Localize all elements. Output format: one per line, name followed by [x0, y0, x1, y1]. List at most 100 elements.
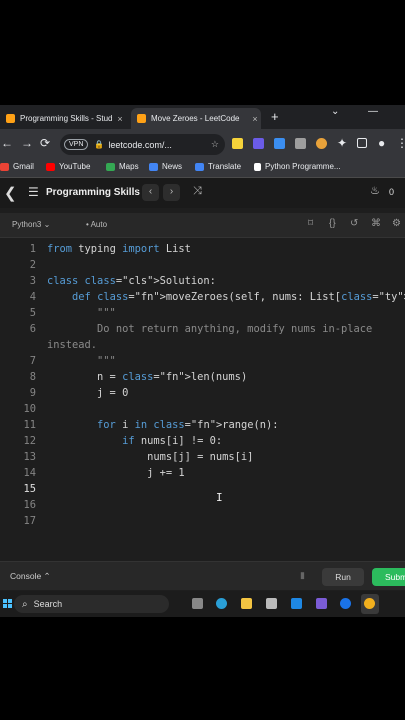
bookmark-gmail[interactable]: Gmail: [0, 162, 34, 171]
code-line[interactable]: j = 0: [47, 387, 128, 399]
chrome-icon[interactable]: [364, 598, 375, 609]
line-number: 17: [23, 515, 36, 527]
translate-icon: [195, 162, 204, 171]
back-arrow-icon[interactable]: ←: [1, 136, 13, 150]
line-number: 1: [29, 243, 36, 255]
console-toggle[interactable]: Console ⌃: [10, 571, 51, 582]
address-bar[interactable]: VPN 🔒 leetcode.com/... ☆: [60, 134, 225, 155]
tab-programming-skills[interactable]: Programming Skills - Stud ×: [0, 108, 126, 129]
store-icon[interactable]: [266, 598, 277, 609]
code-line[interactable]: def class="fn">moveZeroes(self, nums: Li…: [47, 291, 405, 303]
braces-icon[interactable]: {}: [329, 218, 336, 229]
extension-icon[interactable]: [253, 138, 264, 149]
tab-strip: Programming Skills - Stud × Move Zeroes …: [0, 105, 405, 129]
line-number: 10: [23, 403, 36, 415]
code-line[interactable]: n = class="fn">len(nums): [47, 371, 247, 383]
chevron-down-icon[interactable]: ⌄: [331, 106, 339, 117]
task-view-icon[interactable]: [192, 598, 203, 609]
tab-title: Move Zeroes - LeetCode: [151, 114, 240, 123]
code-line[interactable]: class class="cls">Solution:: [47, 275, 216, 287]
line-number: 4: [29, 291, 36, 303]
forward-arrow-icon[interactable]: →: [21, 136, 33, 150]
file-explorer-icon[interactable]: [241, 598, 252, 609]
bookmark-youtube[interactable]: YouTube: [46, 162, 90, 171]
taskbar-search[interactable]: ⌕ Search: [14, 595, 169, 613]
problem-list-title[interactable]: Programming Skills: [46, 187, 140, 198]
line-number: 12: [23, 435, 36, 447]
line-number: 9: [29, 387, 36, 399]
line-number: 7: [29, 355, 36, 367]
extension-icon[interactable]: [232, 138, 243, 149]
profile-icon[interactable]: ●: [378, 136, 385, 150]
line-number: 5: [29, 307, 36, 319]
leetcode-header: ❮ ☰ Programming Skills ‹ › ⤨ ♨ 0: [0, 178, 405, 208]
list-icon[interactable]: ☰: [28, 185, 39, 199]
settings-gear-icon[interactable]: ⚙: [392, 218, 401, 229]
line-number: 2: [29, 259, 36, 271]
code-line[interactable]: Do not return anything, modify nums in-p…: [47, 323, 372, 335]
edge-icon[interactable]: [216, 598, 227, 609]
screen: Programming Skills - Stud × Move Zeroes …: [0, 105, 405, 617]
line-number: 3: [29, 275, 36, 287]
editor-toolbar: Python3 ⌄ • Auto ⌑ {} ↺ ⌘ ⚙: [0, 213, 405, 238]
reload-icon[interactable]: ⟳: [40, 136, 50, 150]
trash-icon[interactable]: ▮: [300, 570, 305, 581]
bookmarks-bar: Gmail YouTube Maps News Translate Python…: [0, 159, 405, 178]
bookmark-icon[interactable]: ⌑: [308, 218, 313, 229]
leetcode-logo-icon[interactable]: ❮: [4, 184, 17, 202]
run-button[interactable]: Run: [322, 568, 364, 586]
code-line[interactable]: nums[j] = nums[i]: [47, 451, 253, 463]
prev-problem-button[interactable]: ‹: [142, 184, 159, 201]
shortcut-icon[interactable]: ⌘: [371, 218, 381, 229]
line-number-current: 15: [23, 483, 36, 495]
star-icon[interactable]: ☆: [211, 139, 219, 150]
streak-fire-icon[interactable]: ♨: [370, 184, 380, 197]
streak-count: 0: [389, 187, 395, 197]
extension-icon[interactable]: [274, 138, 285, 149]
mail-icon[interactable]: [291, 598, 302, 609]
code-line[interactable]: for i in class="fn">range(n):: [47, 419, 278, 431]
bookmark-python[interactable]: Python Programme...: [254, 162, 341, 171]
language-select[interactable]: Python3 ⌄: [12, 220, 50, 229]
app-icon[interactable]: [340, 598, 351, 609]
code-line[interactable]: from typing import List: [47, 243, 191, 255]
tab-move-zeroes[interactable]: Move Zeroes - LeetCode ×: [131, 108, 261, 129]
auto-mode-toggle[interactable]: • Auto: [86, 220, 107, 229]
line-number: 16: [23, 499, 36, 511]
menu-icon[interactable]: ⋮: [396, 136, 405, 150]
lock-icon: 🔒: [94, 140, 105, 149]
url-text[interactable]: leetcode.com/...: [108, 140, 172, 150]
sidebar-icon[interactable]: [357, 138, 367, 148]
maps-icon: [106, 162, 115, 171]
console-bar: Console ⌃ ▮ Run Submit: [0, 561, 405, 590]
code-editor[interactable]: 1 2 3 4 5 6 7 8 9 10 11 12 13 14 15 16 1…: [0, 238, 405, 548]
leetcode-favicon: [6, 114, 15, 123]
extension-icon[interactable]: [295, 138, 306, 149]
tab-title: Programming Skills - Stud: [20, 114, 113, 123]
teams-icon[interactable]: [316, 598, 327, 609]
extension-icon[interactable]: [316, 138, 327, 149]
code-line[interactable]: """: [47, 355, 116, 367]
new-tab-button[interactable]: +: [271, 109, 279, 124]
windows-taskbar: ⌕ Search: [0, 591, 405, 617]
code-line[interactable]: j += 1: [47, 467, 185, 479]
bookmark-maps[interactable]: Maps: [106, 162, 139, 171]
next-problem-button[interactable]: ›: [163, 184, 180, 201]
close-icon[interactable]: ×: [114, 114, 126, 124]
close-icon[interactable]: ×: [249, 114, 261, 124]
bookmark-translate[interactable]: Translate: [195, 162, 241, 171]
bookmark-news[interactable]: News: [149, 162, 182, 171]
shuffle-icon[interactable]: ⤨: [193, 185, 202, 198]
code-line[interactable]: """: [47, 307, 116, 319]
code-line[interactable]: if nums[i] != 0:: [47, 435, 222, 447]
puzzle-icon[interactable]: ✦: [337, 136, 347, 150]
browser-toolbar: ← → ⟳ VPN 🔒 leetcode.com/... ☆ ✦ ● ⋮: [0, 129, 405, 159]
minimize-icon[interactable]: —: [368, 106, 378, 117]
windows-start-icon[interactable]: [3, 599, 12, 608]
code-line[interactable]: instead.: [47, 339, 97, 351]
gmail-icon: [0, 162, 9, 171]
reset-icon[interactable]: ↺: [350, 218, 358, 229]
vpn-badge[interactable]: VPN: [64, 139, 89, 150]
line-number: 6: [29, 323, 36, 335]
submit-button[interactable]: Submit: [372, 568, 405, 586]
